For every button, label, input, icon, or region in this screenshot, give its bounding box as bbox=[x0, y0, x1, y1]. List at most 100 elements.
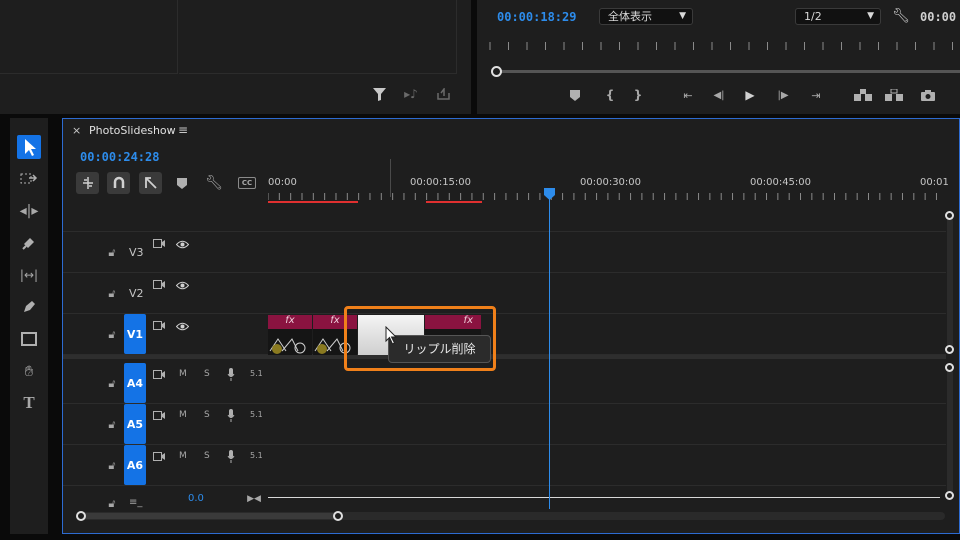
captions-icon[interactable]: CC bbox=[238, 177, 256, 189]
lock-icon[interactable]: 🔓︎ bbox=[105, 246, 119, 260]
mute-button[interactable]: M bbox=[179, 369, 187, 379]
slip-tool[interactable]: |↔| bbox=[17, 263, 41, 287]
audio-track-row[interactable] bbox=[268, 404, 946, 445]
ripple-delete-menu-item[interactable]: リップル削除 bbox=[388, 335, 491, 363]
microphone-icon[interactable] bbox=[225, 449, 237, 463]
sync-lock-icon[interactable] bbox=[152, 369, 166, 381]
razor-tool[interactable] bbox=[17, 231, 41, 255]
master-keyframe-icon[interactable]: ▶◀ bbox=[247, 493, 261, 505]
insert-icon[interactable]: ▸♪ bbox=[402, 86, 420, 102]
timeline-settings-icon[interactable]: 🔧︎ bbox=[205, 175, 223, 191]
sync-lock-icon[interactable] bbox=[152, 238, 166, 250]
video-vertical-scrollbar[interactable] bbox=[947, 214, 953, 349]
program-ruler[interactable] bbox=[487, 38, 960, 52]
eye-icon[interactable] bbox=[175, 279, 189, 291]
program-timecode[interactable]: 00:00:18:29 bbox=[497, 10, 576, 24]
program-scrub-handle[interactable] bbox=[491, 66, 502, 77]
playhead-handle[interactable] bbox=[544, 188, 556, 200]
video-scroll-handle-top[interactable] bbox=[945, 211, 954, 220]
tools-panel: ◂|▸ |↔| ✋︎ T bbox=[10, 118, 48, 534]
zoom-handle-right[interactable] bbox=[333, 511, 343, 521]
selection-tool[interactable] bbox=[17, 135, 41, 159]
audio-track-header: 🔓︎ A6 M S 5.1 bbox=[63, 445, 268, 486]
solo-button[interactable]: S bbox=[204, 451, 210, 461]
mute-button[interactable]: M bbox=[179, 410, 187, 420]
pen-tool[interactable] bbox=[17, 295, 41, 319]
go-to-out-icon[interactable]: ⇥ bbox=[807, 88, 825, 102]
play-icon[interactable]: ▶︎ bbox=[743, 88, 757, 102]
master-volume-line[interactable] bbox=[268, 497, 940, 498]
track-target[interactable]: A4 bbox=[124, 363, 146, 403]
go-to-in-icon[interactable]: ⇤ bbox=[679, 88, 697, 102]
video-audio-divider[interactable] bbox=[63, 355, 946, 359]
lock-icon[interactable]: 🔓︎ bbox=[105, 418, 119, 432]
lock-icon[interactable]: 🔓︎ bbox=[105, 459, 119, 473]
video-track-row[interactable] bbox=[268, 232, 946, 273]
track-name[interactable]: V3 bbox=[129, 246, 144, 259]
eye-icon[interactable] bbox=[175, 238, 189, 250]
zoom-dropdown[interactable]: 全体表示 ▼ bbox=[599, 8, 693, 25]
mark-out-icon[interactable]: } bbox=[631, 88, 645, 102]
zoom-value: 全体表示 bbox=[608, 10, 652, 23]
clip[interactable]: fx bbox=[268, 315, 312, 355]
program-scrub-bar[interactable] bbox=[499, 70, 960, 73]
wrench-icon[interactable]: 🔧︎ bbox=[892, 8, 910, 24]
extract-icon[interactable] bbox=[884, 88, 904, 102]
solo-button[interactable]: S bbox=[204, 369, 210, 379]
zoom-handle-left[interactable] bbox=[76, 511, 86, 521]
snap-icon[interactable] bbox=[107, 172, 130, 194]
audio-scroll-handle-bottom[interactable] bbox=[945, 491, 954, 500]
track-select-tool[interactable] bbox=[17, 167, 41, 191]
lock-icon[interactable]: 🔓︎ bbox=[105, 287, 119, 301]
marker-icon[interactable] bbox=[568, 88, 582, 102]
camera-icon[interactable] bbox=[920, 88, 936, 102]
ripple-edit-tool[interactable]: ◂|▸ bbox=[17, 199, 41, 223]
horizontal-scroll-thumb[interactable] bbox=[80, 513, 338, 519]
audio-vertical-scrollbar[interactable] bbox=[947, 366, 953, 494]
video-scroll-handle-bottom[interactable] bbox=[945, 345, 954, 354]
resolution-dropdown[interactable]: 1/2 ▼ bbox=[795, 8, 881, 25]
chevron-down-icon: ▼ bbox=[679, 11, 686, 21]
master-value[interactable]: 0.0 bbox=[188, 493, 204, 504]
timeline-ruler[interactable]: 00:00 00:00:15:00 00:00:30:00 00:00:45:0… bbox=[268, 171, 949, 204]
export-icon[interactable] bbox=[435, 86, 451, 102]
track-target[interactable]: A6 bbox=[124, 445, 146, 485]
track-target[interactable]: V1 bbox=[124, 314, 146, 354]
linked-selection-icon[interactable] bbox=[139, 172, 162, 194]
type-tool[interactable]: T bbox=[17, 391, 41, 415]
track-name[interactable]: V2 bbox=[129, 287, 144, 300]
lock-icon[interactable]: 🔓︎ bbox=[105, 328, 119, 342]
video-track-header: 🔓︎ V2 bbox=[63, 273, 268, 314]
sequence-tab[interactable]: PhotoSlideshow bbox=[89, 124, 176, 137]
lock-icon[interactable]: 🔓︎ bbox=[105, 497, 119, 511]
lock-icon[interactable]: 🔓︎ bbox=[105, 377, 119, 391]
hand-tool[interactable]: ✋︎ bbox=[17, 359, 41, 383]
eye-icon[interactable] bbox=[175, 320, 189, 332]
in-out-range-2 bbox=[426, 201, 482, 203]
sync-lock-icon[interactable] bbox=[152, 279, 166, 291]
solo-button[interactable]: S bbox=[204, 410, 210, 420]
step-forward-icon[interactable]: |▶︎ bbox=[775, 88, 791, 102]
step-back-icon[interactable]: ◀︎| bbox=[711, 88, 727, 102]
filter-icon[interactable] bbox=[371, 86, 387, 102]
add-marker-icon[interactable] bbox=[175, 176, 189, 190]
audio-scroll-handle-top[interactable] bbox=[945, 363, 954, 372]
ruler-label: 00:00:15:00 bbox=[410, 177, 472, 188]
microphone-icon[interactable] bbox=[225, 408, 237, 422]
track-target[interactable]: A5 bbox=[124, 404, 146, 444]
sync-lock-icon[interactable] bbox=[152, 410, 166, 422]
mark-in-icon[interactable]: { bbox=[603, 88, 617, 102]
sync-lock-icon[interactable] bbox=[152, 320, 166, 332]
ruler-label: 00:00:30:00 bbox=[580, 177, 642, 188]
close-tab-icon[interactable]: × bbox=[72, 124, 81, 137]
nest-toggle-icon[interactable] bbox=[76, 172, 99, 194]
lift-icon[interactable] bbox=[853, 88, 873, 102]
panel-menu-icon[interactable]: ≡ bbox=[178, 123, 188, 137]
playhead-line[interactable] bbox=[549, 197, 551, 509]
microphone-icon[interactable] bbox=[225, 367, 237, 381]
sync-lock-icon[interactable] bbox=[152, 451, 166, 463]
audio-track-row[interactable] bbox=[268, 445, 946, 486]
timeline-timecode[interactable]: 00:00:24:28 bbox=[80, 150, 159, 164]
mute-button[interactable]: M bbox=[179, 451, 187, 461]
rectangle-tool[interactable] bbox=[17, 327, 41, 351]
